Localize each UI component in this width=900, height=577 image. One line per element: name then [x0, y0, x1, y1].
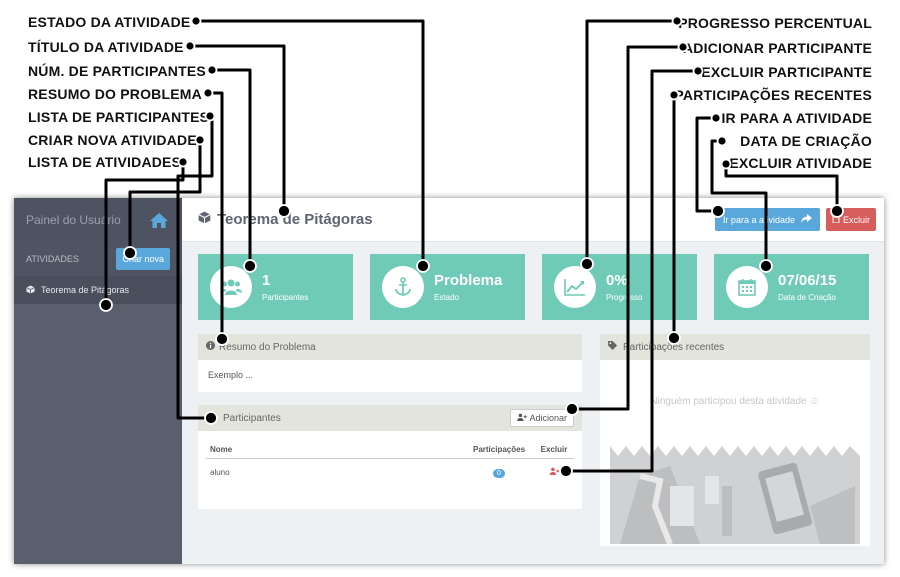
add-user-icon — [517, 413, 528, 423]
recent-participations-panel: Participações recentes Ninguém participo… — [600, 334, 870, 546]
annotation-label: PROGRESSO PERCENTUAL — [678, 15, 872, 31]
column-delete: Excluir — [534, 441, 574, 459]
add-participant-label: Adicionar — [529, 413, 567, 423]
home-icon[interactable] — [148, 211, 170, 229]
tags-icon — [608, 341, 619, 353]
anchor-icon — [382, 266, 424, 308]
annotation-label: LISTA DE ATIVIDADES — [28, 154, 182, 170]
progress-value: 0% — [606, 272, 628, 289]
add-participant-button[interactable]: Adicionar — [510, 409, 574, 427]
header-bar: Teorema de Pitágoras Ir para a atividade… — [182, 198, 884, 242]
participants-header: Participantes Adicionar — [198, 405, 582, 431]
participation-count-badge: 0 — [493, 468, 505, 478]
annotation-label: PARTICIPAÇÕES RECENTES — [674, 87, 872, 103]
table-row: aluno 0 — [206, 459, 574, 486]
annotation-label: IR PARA A ATIVIDADE — [721, 110, 872, 126]
activities-section: ATIVIDADES Criar nova — [14, 242, 182, 276]
participant-name: aluno — [210, 467, 230, 477]
annotation-label: ADICIONAR PARTICIPANTE — [683, 40, 872, 56]
stats-row: 1 Participantes Problema Estado 0% Progr… — [198, 254, 870, 320]
share-arrow-icon — [800, 214, 812, 225]
annotation-label: LISTA DE PARTICIPANTES — [28, 109, 210, 125]
annotation-label: EXCLUIR ATIVIDADE — [729, 155, 872, 171]
participants-table: Nome Participações Excluir aluno 0 — [206, 441, 574, 485]
participants-panel: Participantes Adicionar Nome Participaçõ… — [198, 405, 582, 509]
main-content: Teorema de Pitágoras Ir para a atividade… — [182, 198, 884, 564]
summary-header: Resumo do Problema — [198, 334, 582, 360]
stat-card-participants: 1 Participantes — [198, 254, 353, 320]
annotation-label: EXCLUIR PARTICIPANTE — [701, 64, 872, 80]
cube-icon — [198, 211, 211, 229]
users-icon — [206, 412, 219, 425]
column-name: Nome — [206, 441, 464, 459]
annotation-label: ESTADO DA ATIVIDADE — [28, 14, 191, 30]
sidebar-item-label: Teorema de Pitágoras — [41, 285, 130, 295]
activities-section-label: ATIVIDADES — [26, 254, 79, 264]
participants-label: Participantes — [262, 293, 309, 302]
sidebar-title: Painel do Usuário — [26, 213, 121, 227]
empty-state-message: Ninguém participou desta atividade — [650, 396, 807, 407]
go-to-activity-label: Ir para a atividade — [722, 214, 795, 225]
annotation-label: CRIAR NOVA ATIVIDADE — [28, 132, 197, 148]
sidebar: Painel do Usuário ATIVIDADES Criar nova … — [14, 198, 182, 564]
page-title: Teorema de Pitágoras — [217, 211, 373, 228]
recent-header: Participações recentes — [600, 334, 870, 360]
stat-card-progress: 0% Progresso — [542, 254, 697, 320]
remove-user-icon[interactable] — [549, 467, 560, 477]
sidebar-header: Painel do Usuário — [14, 198, 182, 242]
annotation-label: NÚM. DE PARTICIPANTES — [28, 63, 206, 79]
go-to-activity-button[interactable]: Ir para a atividade — [714, 208, 820, 231]
empty-state-text: Ninguém participou desta atividade ☺ — [600, 396, 870, 407]
chart-line-icon — [554, 266, 596, 308]
summary-panel: Resumo do Problema Exemplo ... — [198, 334, 582, 392]
participants-count: 1 — [262, 272, 271, 289]
stat-card-created: 07/06/15 Data de Criação — [714, 254, 869, 320]
summary-text: Exemplo ... — [208, 370, 254, 380]
state-label: Estado — [434, 293, 459, 302]
trash-icon — [831, 214, 840, 225]
cube-icon — [26, 284, 35, 296]
annotation-label: DATA DE CRIAÇÃO — [740, 133, 872, 149]
app-window: Painel do Usuário ATIVIDADES Criar nova … — [14, 198, 884, 564]
smile-icon: ☺ — [809, 396, 820, 407]
annotation-label: RESUMO DO PROBLEMA — [28, 86, 202, 102]
stat-card-state: Problema Estado — [370, 254, 525, 320]
annotation-label: TÍTULO DA ATIVIDADE — [28, 39, 184, 55]
delete-activity-button[interactable]: Excluir — [825, 208, 876, 231]
progress-label: Progresso — [606, 293, 643, 302]
calendar-icon — [726, 266, 768, 308]
created-date: 07/06/15 — [778, 272, 837, 289]
info-icon — [206, 341, 215, 353]
sidebar-item-activity[interactable]: Teorema de Pitágoras — [14, 276, 182, 304]
users-icon — [210, 266, 252, 308]
participants-title: Participantes — [223, 412, 281, 424]
summary-title: Resumo do Problema — [219, 341, 316, 353]
empty-illustration — [610, 446, 860, 544]
created-date-label: Data de Criação — [778, 293, 836, 302]
state-value: Problema — [434, 272, 503, 289]
column-participations: Participações — [464, 441, 534, 459]
recent-title: Participações recentes — [623, 341, 725, 353]
create-activity-button[interactable]: Criar nova — [116, 248, 170, 270]
delete-activity-label: Excluir — [842, 214, 870, 225]
